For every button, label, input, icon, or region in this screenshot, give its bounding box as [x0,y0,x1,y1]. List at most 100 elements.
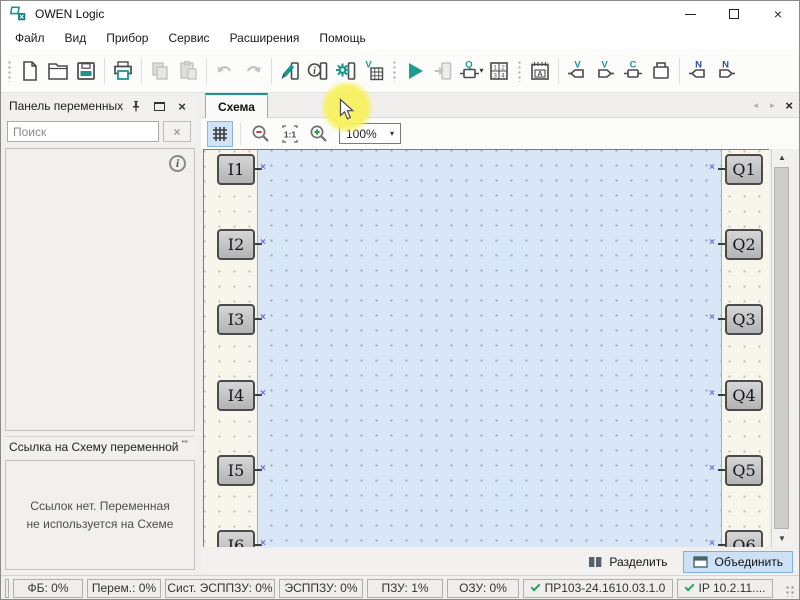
document-tab-bar: Схема ◄ ► × [201,93,799,118]
output-row-Q2: Q2 × [204,229,769,260]
search-input[interactable] [7,121,159,142]
minimize-button[interactable] [673,1,707,27]
reference-list: Ссылок нет. Переменная не используется н… [5,460,195,570]
redo-button [239,56,267,86]
device-io-button[interactable] [647,56,675,86]
schema-sheet[interactable] [257,150,722,547]
output-network-icon: N [714,59,738,83]
close-panel-button[interactable]: × [174,99,190,114]
connection-point[interactable]: × [709,162,715,173]
close-window-button[interactable]: × [761,1,795,27]
status-ram-usage-label: ОЗУ: 0% [459,581,507,595]
output-block-Q4[interactable]: Q4 [725,380,763,411]
prev-tab-button[interactable]: ◄ [752,101,760,110]
output-block-Q6[interactable]: Q6 [725,530,763,547]
svg-text:2: 2 [501,64,505,71]
save-project-button[interactable] [72,56,100,86]
variables-table-button[interactable]: V [360,56,388,86]
merge-view-icon [693,555,708,569]
output-block-Q5[interactable]: Q5 [725,455,763,486]
connection-point[interactable]: × [709,463,715,474]
status-eeprom-usage: ЭСППЗУ: 0% [279,579,363,598]
output-network-button[interactable]: N [712,56,740,86]
schema-canvas[interactable]: I1×I2×I3×I4×I5×I6×Q1×Q2×Q3×Q4×Q5×Q6× [203,149,769,547]
merge-view-button[interactable]: Объединить [683,551,793,573]
device-information-button[interactable]: i [304,56,332,86]
clock-calendar-button[interactable]: A [526,56,554,86]
reference-panel-header: Ссылка на Схему переменной "" [5,436,195,456]
zoom-fit-button[interactable]: 1:1 [277,121,303,147]
pin-stub [718,168,725,170]
next-tab-button[interactable]: ► [768,101,776,110]
open-project-button[interactable] [44,56,72,86]
menu-item-help[interactable]: Помощь [309,27,375,49]
conversion-table-button[interactable]: 1234 [485,56,513,86]
variables-list[interactable]: i [5,148,195,431]
print-button[interactable] [109,56,137,86]
run-simulation-icon [403,59,427,83]
output-variable-icon: V [593,59,617,83]
save-project-icon [74,59,98,83]
output-block-Q2[interactable]: Q2 [725,229,763,260]
output-variable-button[interactable]: V [591,56,619,86]
variables-panel-header: Панель переменных × [3,96,198,116]
zoom-level-select[interactable]: 100% ▾ [339,123,401,144]
vertical-scrollbar[interactable]: ▲ ▼ [771,149,791,547]
input-variable-button[interactable]: V [563,56,591,86]
input-network-button[interactable]: N [684,56,712,86]
info-icon[interactable]: i [169,155,186,172]
constant-block-button[interactable]: C [619,56,647,86]
write-to-device-button[interactable] [276,56,304,86]
app-logo-icon [10,5,28,23]
output-block-Q3[interactable]: Q3 [725,304,763,335]
output-block-Q1[interactable]: Q1 [725,154,763,185]
zoom-out-button[interactable] [248,121,274,147]
status-sys-eeprom-usage: Сист. ЭСППЗУ: 0% [165,579,275,598]
maximize-button[interactable] [717,1,751,27]
scroll-up-button[interactable]: ▲ [772,149,792,166]
menu-item-view[interactable]: Вид [55,27,97,49]
menu-item-file[interactable]: Файл [5,27,55,49]
pin-panel-button[interactable] [128,99,144,114]
toolbar-separator [206,58,207,84]
toggle-grid-button[interactable] [207,121,233,147]
zoom-in-button[interactable] [306,121,332,147]
tab-navigation: ◄ ► × [752,93,793,117]
clear-search-button[interactable]: × [163,121,191,142]
connection-point[interactable]: × [709,237,715,248]
svg-text:4: 4 [501,72,505,79]
app-window: OWEN Logic × ФайлВидПриборСервисРасширен… [0,0,800,600]
split-view-icon [588,555,603,569]
tab-schema[interactable]: Схема [205,93,268,118]
svg-text:A: A [537,71,542,78]
undo-button [211,56,239,86]
search-row: × [7,121,195,143]
menu-item-service[interactable]: Сервис [158,27,219,49]
connection-point[interactable]: × [709,388,715,399]
connection-point[interactable]: × [709,538,715,547]
transfer-to-device-button [429,56,457,86]
close-tab-button[interactable]: × [785,98,793,113]
toolbar-grip [7,60,12,82]
view-mode-bar: Разделить Объединить [201,549,799,575]
status-grip-segment [5,579,9,598]
scrollbar-thumb[interactable] [774,167,789,529]
output-block-q-button[interactable]: Q▾ [457,56,485,86]
canvas-toolbar: 1:1 100% ▾ [201,118,799,149]
pin-icon [130,100,142,113]
status-variables-usage: Перем.: 0% [87,579,161,598]
toolbar-grip [392,60,397,82]
scroll-down-button[interactable]: ▼ [772,530,792,547]
one-to-one-icon: 1:1 [279,123,301,145]
svg-text:N: N [722,59,729,70]
split-view-button[interactable]: Разделить [578,551,677,573]
menu-item-extensions[interactable]: Расширения [220,27,310,49]
float-panel-button[interactable] [151,99,167,114]
maximize-icon [729,9,739,19]
svg-text:C: C [630,59,637,70]
new-project-button[interactable] [16,56,44,86]
menu-item-device[interactable]: Прибор [96,27,158,49]
run-simulation-button[interactable] [401,56,429,86]
device-settings-button[interactable] [332,56,360,86]
connection-point[interactable]: × [709,312,715,323]
